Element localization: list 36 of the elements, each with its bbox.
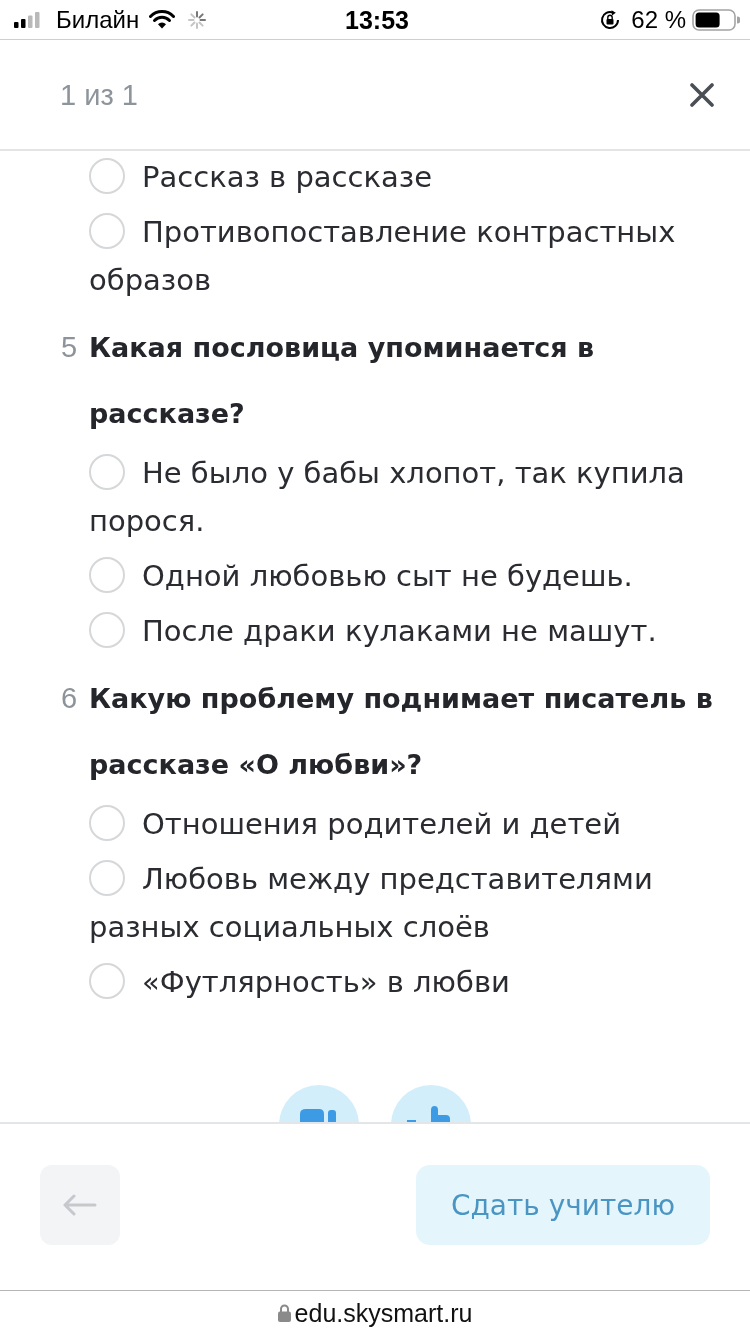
answer-option[interactable]: Не было у бабы хлопот, так купила порося. — [89, 449, 716, 545]
close-icon — [690, 82, 714, 107]
page-counter: 1 из 1 — [60, 77, 138, 112]
rotation-lock-icon — [599, 8, 622, 31]
left-arrow-icon — [63, 1194, 97, 1216]
radio-button[interactable] — [89, 454, 125, 490]
url-text: edu.skysmart.ru — [294, 1297, 473, 1328]
answer-option[interactable]: Рассказ в рассказе — [89, 153, 432, 201]
radio-button[interactable] — [89, 158, 125, 194]
lock-icon — [277, 1303, 291, 1322]
answer-option[interactable]: «Футлярность» в любви — [89, 958, 510, 1006]
answer-option[interactable]: После драки кулаками не машут. — [89, 607, 657, 655]
question-number: 5 — [61, 330, 79, 365]
carrier-name: Билайн — [56, 5, 140, 34]
question-number: 6 — [61, 681, 79, 716]
answer-option[interactable]: Отношения родителей и детей — [89, 800, 622, 848]
battery-percent: 62 % — [631, 5, 686, 34]
radio-button[interactable] — [89, 612, 125, 648]
clock-time: 13:53 — [345, 5, 409, 34]
answer-option[interactable]: Одной любовью сыт не будешь. — [89, 552, 633, 600]
radio-button[interactable] — [89, 805, 125, 841]
wifi-icon — [149, 10, 176, 29]
radio-button[interactable] — [89, 213, 125, 249]
answer-option[interactable]: Противопоставление контрастных образов — [89, 208, 716, 304]
thumbs-down-icon[interactable] — [279, 1085, 359, 1122]
signal-icon — [14, 11, 40, 28]
answer-option[interactable]: Любовь между представителями разных социальных слоёв — [89, 855, 716, 951]
loading-spinner-icon — [187, 9, 208, 30]
question-text: Какая пословица упоминается в рассказе? — [89, 332, 595, 429]
question-text: Какую проблему поднимает писатель в рассказе «О любви»? — [89, 683, 713, 780]
battery-icon — [692, 8, 740, 31]
radio-button[interactable] — [89, 963, 125, 999]
radio-button[interactable] — [89, 860, 125, 896]
close-button[interactable] — [688, 80, 716, 109]
radio-button[interactable] — [89, 557, 125, 593]
thumbs-up-icon[interactable] — [391, 1085, 471, 1122]
